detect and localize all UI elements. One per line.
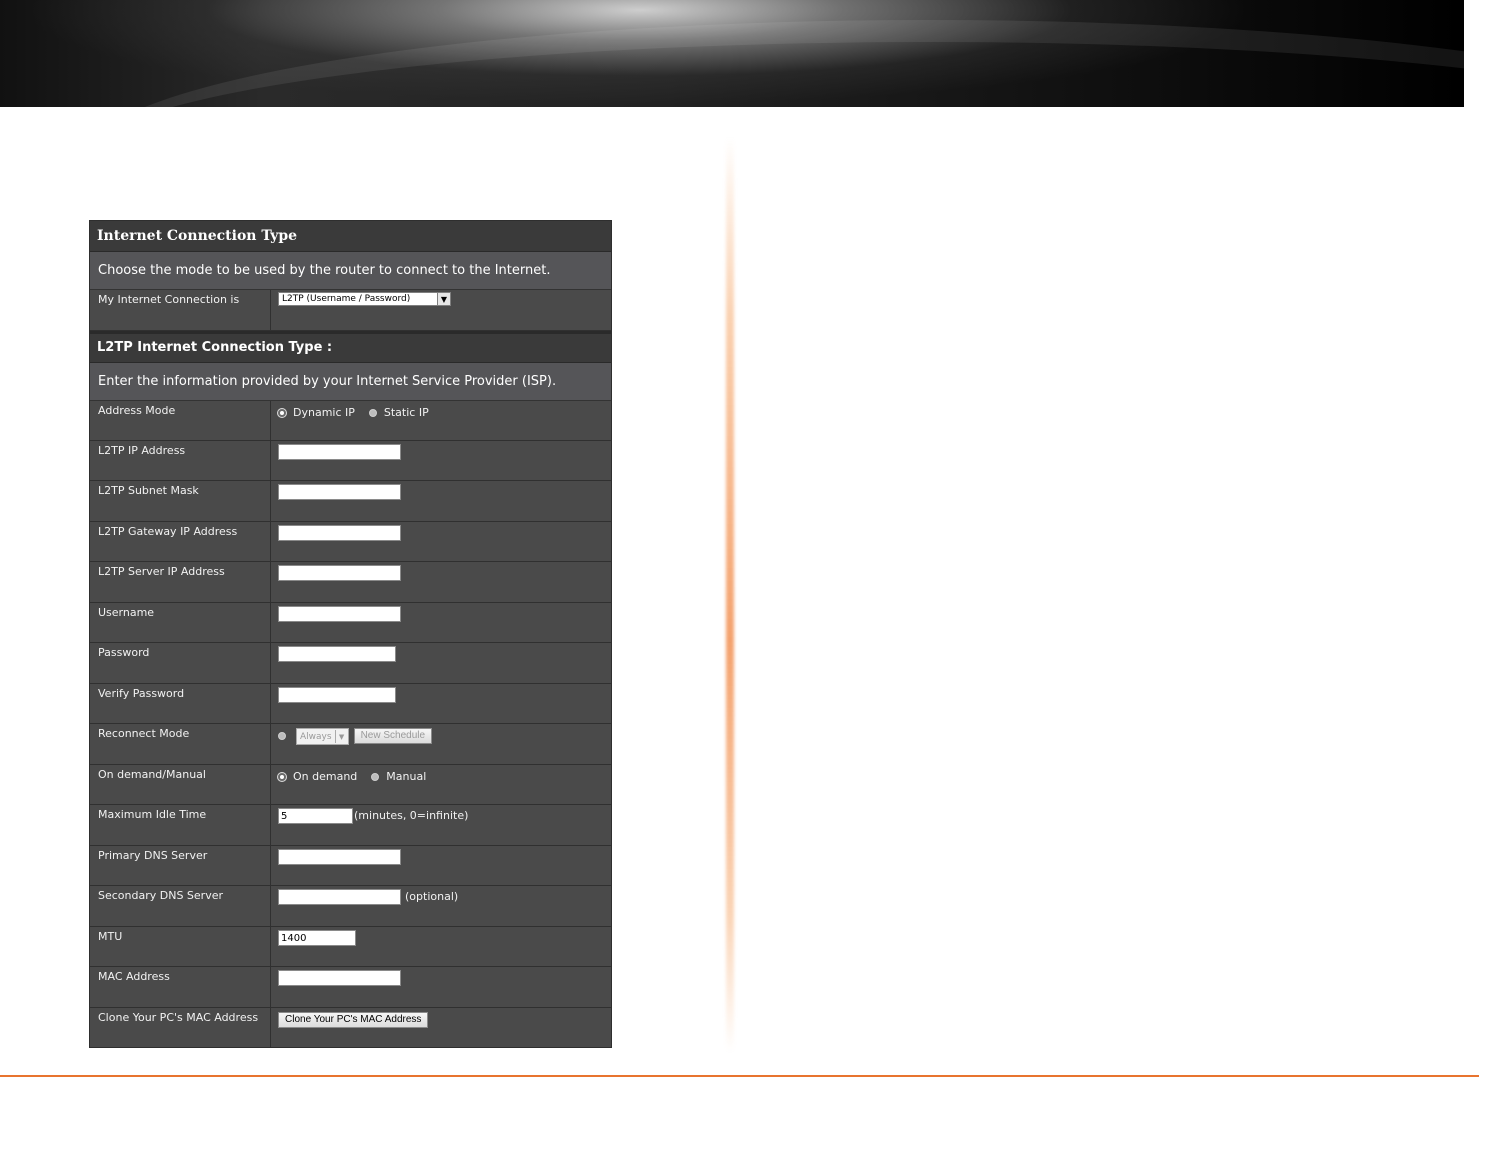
manual-option[interactable]: Manual [371, 770, 426, 783]
reconnect-mode-select[interactable]: Always ▼ [296, 728, 349, 745]
primary-dns-input[interactable] [278, 849, 401, 865]
clone-mac-button[interactable]: Clone Your PC's MAC Address [278, 1012, 429, 1028]
section-title: Internet Connection Type [90, 221, 611, 252]
secondary-dns-row: Secondary DNS Server (optional) [90, 886, 611, 927]
secondary-dns-label: Secondary DNS Server [90, 886, 271, 926]
l2tp-ip-input[interactable] [278, 444, 401, 460]
username-label: Username [90, 603, 271, 642]
connection-type-select[interactable]: L2TP (Username / Password) ▼ [278, 292, 451, 306]
password-row: Password [90, 643, 611, 684]
verify-password-input[interactable] [278, 687, 396, 703]
mtu-label: MTU [90, 927, 271, 966]
header-banner-sweep [0, 0, 1464, 107]
dynamic-ip-option[interactable]: Dynamic IP [278, 406, 355, 419]
chevron-down-icon: ▼ [437, 293, 450, 305]
column-divider [726, 137, 734, 1052]
max-idle-input[interactable] [278, 808, 353, 824]
password-label: Password [90, 643, 271, 683]
l2tp-section-description: Enter the information provided by your I… [90, 363, 611, 401]
reconnect-mode-value: Always [300, 731, 332, 742]
primary-dns-row: Primary DNS Server [90, 846, 611, 886]
router-settings-panel: Internet Connection Type Choose the mode… [89, 220, 612, 1048]
address-mode-row: Address Mode Dynamic IP Static IP [90, 401, 611, 441]
clone-mac-label: Clone Your PC's MAC Address [90, 1008, 271, 1047]
radio-icon[interactable] [278, 408, 286, 417]
on-demand-label: On demand/Manual [90, 765, 271, 804]
radio-icon[interactable] [278, 772, 286, 781]
username-input[interactable] [278, 606, 401, 622]
l2tp-gateway-row: L2TP Gateway IP Address [90, 522, 611, 562]
reconnect-mode-label: Reconnect Mode [90, 724, 271, 764]
address-mode-label: Address Mode [90, 401, 271, 440]
reconnect-mode-row: Reconnect Mode Always ▼ New Schedule [90, 724, 611, 765]
dynamic-ip-label: Dynamic IP [293, 406, 355, 419]
mtu-row: MTU [90, 927, 611, 967]
l2tp-server-input[interactable] [278, 565, 401, 581]
clone-mac-row: Clone Your PC's MAC Address Clone Your P… [90, 1008, 611, 1047]
mac-row: MAC Address [90, 967, 611, 1008]
connection-type-value: L2TP (Username / Password) [282, 294, 411, 304]
mac-input[interactable] [278, 970, 401, 986]
mac-label: MAC Address [90, 967, 271, 1007]
max-idle-label: Maximum Idle Time [90, 805, 271, 845]
section-description: Choose the mode to be used by the router… [90, 252, 611, 290]
l2tp-ip-label: L2TP IP Address [90, 441, 271, 480]
mtu-input[interactable] [278, 930, 356, 946]
username-row: Username [90, 603, 611, 643]
radio-icon[interactable] [368, 408, 377, 417]
radio-icon[interactable] [371, 772, 380, 781]
static-ip-option[interactable]: Static IP [368, 406, 429, 419]
l2tp-server-label: L2TP Server IP Address [90, 562, 271, 602]
l2tp-section-title: L2TP Internet Connection Type : [90, 331, 611, 363]
connection-type-row: My Internet Connection is L2TP (Username… [90, 290, 611, 331]
on-demand-row: On demand/Manual On demand Manual [90, 765, 611, 805]
password-input[interactable] [278, 646, 396, 662]
primary-dns-label: Primary DNS Server [90, 846, 271, 885]
l2tp-subnet-label: L2TP Subnet Mask [90, 481, 271, 521]
max-idle-suffix: (minutes, 0=infinite) [354, 809, 469, 822]
l2tp-subnet-row: L2TP Subnet Mask [90, 481, 611, 522]
secondary-dns-suffix: (optional) [405, 890, 459, 903]
l2tp-ip-row: L2TP IP Address [90, 441, 611, 481]
l2tp-gateway-input[interactable] [278, 525, 401, 541]
verify-password-row: Verify Password [90, 684, 611, 724]
chevron-down-icon: ▼ [334, 730, 348, 743]
static-ip-label: Static IP [383, 406, 429, 419]
on-demand-option[interactable]: On demand [278, 770, 357, 783]
l2tp-server-row: L2TP Server IP Address [90, 562, 611, 603]
l2tp-gateway-label: L2TP Gateway IP Address [90, 522, 271, 561]
l2tp-subnet-input[interactable] [278, 484, 401, 500]
new-schedule-button[interactable]: New Schedule [353, 728, 433, 744]
secondary-dns-input[interactable] [278, 889, 401, 905]
manual-option-label: Manual [386, 770, 427, 783]
connection-type-label: My Internet Connection is [90, 290, 271, 330]
footer-rule [0, 1075, 1479, 1077]
radio-icon[interactable] [278, 732, 286, 740]
verify-password-label: Verify Password [90, 684, 271, 723]
on-demand-option-label: On demand [293, 770, 358, 783]
max-idle-row: Maximum Idle Time (minutes, 0=infinite) [90, 805, 611, 846]
